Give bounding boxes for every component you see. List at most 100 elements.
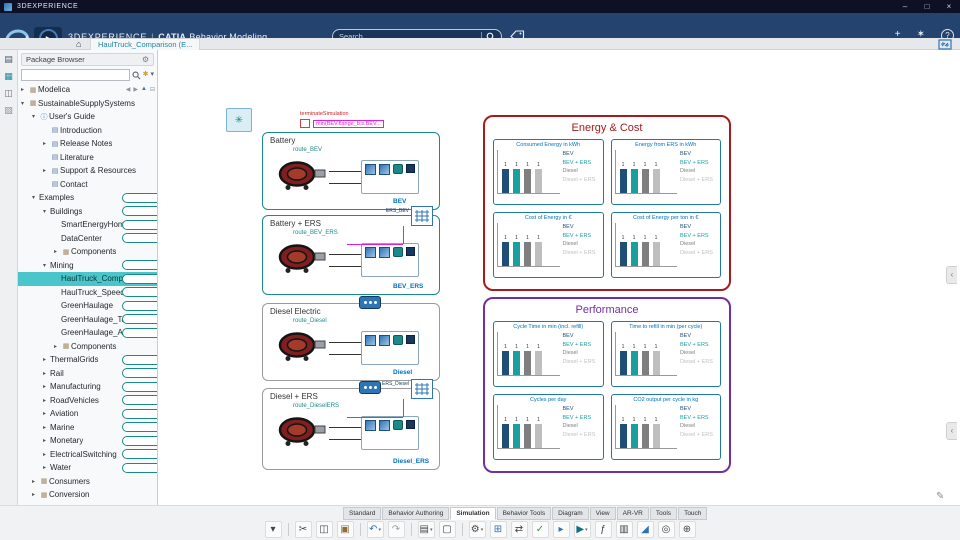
ers-grid-icon[interactable] xyxy=(411,206,433,226)
tree-item-buildings[interactable]: ▾ ▣ Buildings xyxy=(18,205,157,219)
home-icon[interactable]: ⌂ xyxy=(76,38,81,50)
ribbon-tab-behavior-authoring[interactable]: Behavior Authoring xyxy=(382,507,450,520)
new-document-icon[interactable]: ▤ ▾ xyxy=(417,521,435,538)
tree-item-components[interactable]: ▸ ▦ Components xyxy=(18,340,157,354)
tree-item-greenhaulage[interactable]: ▣ GreenHaulage xyxy=(18,299,157,313)
insert-component-icon[interactable]: ⊞ xyxy=(489,521,507,538)
expander-icon[interactable]: ▸ xyxy=(32,478,39,485)
tree-item-greenhaulage-avgdl-[interactable]: ▣GreenHaulage_AvgdL... xyxy=(18,326,157,340)
performance-group[interactable]: Performance Cycle Time in min (incl. ref… xyxy=(483,297,731,473)
package-search-input[interactable] xyxy=(21,69,130,81)
macro-icon[interactable]: ⊕ xyxy=(678,521,696,538)
collapse-panel-chevron-icon[interactable]: ‹ xyxy=(946,266,957,284)
tree-item-mining[interactable]: ▾ ▣ Mining xyxy=(18,259,157,273)
diagram-canvas[interactable]: ✳ terminateSimulation min(BEV.flange_b.s… xyxy=(158,50,960,505)
edit-pencil-icon[interactable]: ✎ xyxy=(936,491,944,502)
search-panel-icon[interactable]: ▦ xyxy=(4,71,13,81)
dropdown-caret-icon[interactable]: ▾ xyxy=(585,527,588,533)
tree-item-manufacturing[interactable]: ▸ ▣ Manufacturing xyxy=(18,380,157,394)
model-block-diesel_ers[interactable]: Diesel + ERS route_DieselERS Diesel_ERS … xyxy=(262,379,440,470)
mini-chart[interactable]: Cost of Energy in € 1 1 1 1 BEV BEV + ERS Diese… xyxy=(493,212,604,278)
tree-item-haultruck-comparison[interactable]: ▣HaulTruck_Comparison xyxy=(18,272,157,286)
document-tab[interactable]: HaulTruck_Comparison (E... xyxy=(90,38,201,50)
tree-item-roadvehicles[interactable]: ▸ ▣ RoadVehicles xyxy=(18,394,157,408)
haul-truck-icon[interactable] xyxy=(276,329,328,363)
haul-truck-icon[interactable] xyxy=(276,414,328,448)
mini-chart[interactable]: CO2 output per cycle in kg 1 1 1 1 BEV BEV + E… xyxy=(610,394,721,460)
mini-chart[interactable]: Cycle Time in min (incl. refill) 1 1 1 1 BEV B… xyxy=(493,321,604,387)
expander-icon[interactable]: ▾ xyxy=(43,208,50,215)
ribbon-tab-touch[interactable]: Touch xyxy=(678,507,708,520)
ribbon-tab-ar-vr[interactable]: AR-VR xyxy=(616,507,649,520)
zoom-icon[interactable]: ◎ xyxy=(657,521,675,538)
expander-icon[interactable]: ▸ xyxy=(43,464,50,471)
expander-icon[interactable]: ▸ xyxy=(43,356,50,363)
tree-item-introduction[interactable]: ▤ Introduction xyxy=(18,124,157,138)
expander-icon[interactable]: ▾ xyxy=(43,262,50,269)
tree-item-monetary[interactable]: ▸ ▣ Monetary xyxy=(18,434,157,448)
search-icon[interactable] xyxy=(132,71,141,80)
mini-chart[interactable]: Time to refill in min (per cycle) 1 1 1 1 BEV… xyxy=(610,321,721,387)
model-block-bev[interactable]: Battery route_BEV BEV xyxy=(262,132,440,210)
expander-icon[interactable]: ▸ xyxy=(54,343,61,350)
ribbon-tab-tools[interactable]: Tools xyxy=(649,507,678,520)
powertrain-components[interactable] xyxy=(361,243,419,277)
expander-icon[interactable]: ▸ xyxy=(43,451,50,458)
terminate-simulation-icon[interactable] xyxy=(300,119,310,128)
powertrain-components[interactable] xyxy=(361,331,419,365)
tree-item-haultruck-speeders[interactable]: ▣HaulTruck_SpeedERS xyxy=(18,286,157,300)
ribbon-tab-standard[interactable]: Standard xyxy=(343,507,382,520)
tree-item-greenhaulage-tablel-[interactable]: ▣GreenHaulage_TableL... xyxy=(18,313,157,327)
simulate-icon[interactable]: ▶ ▾ xyxy=(573,521,591,538)
mini-chart[interactable]: Cycles per day 1 1 1 1 BEV BEV + ERS Diesel Dies… xyxy=(493,394,604,460)
expander-icon[interactable]: ▸ xyxy=(43,397,50,404)
tree-item-examples[interactable]: ▾ ▣ Examples xyxy=(18,191,157,205)
ribbon-tab-simulation[interactable]: Simulation xyxy=(450,507,496,520)
history-panel-icon[interactable]: ▧ xyxy=(4,105,13,115)
terminate-simulation-block[interactable]: min(BEV.flange_b.s,BEV... xyxy=(300,119,384,128)
expander-icon[interactable]: ▸ xyxy=(43,424,50,431)
model-block-diesel[interactable]: Diesel Electric route_Diesel Diesel xyxy=(262,296,440,381)
tree-item-literature[interactable]: ▤ Literature xyxy=(18,151,157,165)
maximize-button[interactable]: □ xyxy=(916,0,938,13)
expander-icon[interactable]: ▾ xyxy=(32,113,39,120)
filter-options-icon[interactable]: ▾ xyxy=(150,69,154,81)
minimize-button[interactable]: – xyxy=(894,0,916,13)
expander-icon[interactable]: ▸ xyxy=(43,370,50,377)
haul-truck-icon[interactable] xyxy=(276,158,328,192)
duplicate-icon[interactable]: ▢ xyxy=(438,521,456,538)
mini-chart[interactable]: Energy from ERS in kWh 1 1 1 1 BEV BEV + ERS Di… xyxy=(610,139,721,205)
expander-icon[interactable]: ▸ xyxy=(32,491,39,498)
tree-item-modelica[interactable]: ▸ ▦ Modelica ◀ ▶ ▲ ⊟ xyxy=(18,83,157,97)
expander-icon[interactable]: ▸ xyxy=(43,437,50,444)
settings-icon[interactable]: ⚙ ▾ xyxy=(468,521,486,538)
content-panel-icon[interactable]: ▤ xyxy=(4,54,13,64)
connect-icon[interactable]: ⇄ xyxy=(510,521,528,538)
mini-chart[interactable]: Cost of Energy per ton in € 1 1 1 1 BEV BEV + … xyxy=(610,212,721,278)
ers-grid-icon[interactable] xyxy=(411,379,433,399)
expander-icon[interactable]: ▸ xyxy=(43,167,50,174)
ambient-conditions-icon[interactable]: ✳ xyxy=(226,108,252,132)
tree-item-components[interactable]: ▸ ▦ Components xyxy=(18,245,157,259)
model-block-bev_ers[interactable]: Battery + ERS route_BEV_ERS BEV_ERS ERS_… xyxy=(262,206,440,295)
tree-item-thermalgrids[interactable]: ▸ ▣ ThermalGrids xyxy=(18,353,157,367)
tree-item-water[interactable]: ▸ ▣ Water xyxy=(18,461,157,475)
expand-window-icon[interactable] xyxy=(938,39,952,50)
tree-item-contact[interactable]: ▤ Contact xyxy=(18,178,157,192)
close-button[interactable]: × xyxy=(938,0,960,13)
cut-icon[interactable]: ✂ xyxy=(294,521,312,538)
tree-item-electricalswitching[interactable]: ▸ ▣ ElectricalSwitching xyxy=(18,448,157,462)
dropdown-caret-icon[interactable]: ▾ xyxy=(378,527,381,533)
expander-icon[interactable]: ▸ xyxy=(43,383,50,390)
check-model-icon[interactable]: ✓ xyxy=(531,521,549,538)
tree-item-smartenergyhome[interactable]: ▣SmartEnergyHome xyxy=(18,218,157,232)
script-icon[interactable]: ƒ xyxy=(594,521,612,538)
forward-icon[interactable]: ▶ xyxy=(133,86,138,93)
ribbon-tab-view[interactable]: View xyxy=(589,507,616,520)
expander-icon[interactable]: ▸ xyxy=(43,410,50,417)
up-icon[interactable]: ▲ xyxy=(141,86,147,93)
energy-cost-group[interactable]: Energy & Cost Consumed Energy in kWh 1 1 1 1… xyxy=(483,115,731,291)
dropdown-caret-icon[interactable]: ▾ xyxy=(481,527,484,533)
collapse-all-icon[interactable]: ⊟ xyxy=(150,86,155,93)
layers-panel-icon[interactable]: ◫ xyxy=(4,88,13,98)
